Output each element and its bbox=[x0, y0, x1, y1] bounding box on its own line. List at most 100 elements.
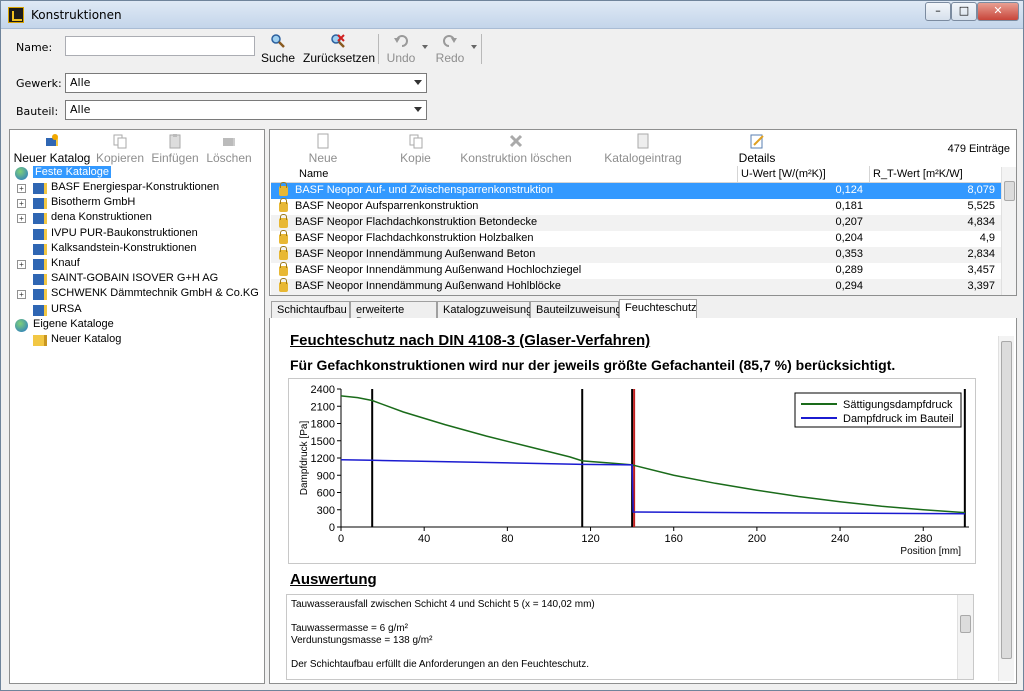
expand-icon[interactable]: + bbox=[17, 184, 26, 193]
expand-icon[interactable]: + bbox=[17, 199, 26, 209]
tree-node-eigene-kataloge[interactable]: Eigene Kataloge bbox=[13, 318, 253, 333]
chart-frame: 0 300 600 900 1200 1500 1800 2100 2400 0 40 80 120 16… bbox=[288, 378, 976, 564]
tree-label: Bisotherm GmbH bbox=[51, 196, 136, 209]
tree-node-catalog[interactable]: + dena Konstruktionen bbox=[13, 211, 253, 226]
redo-label: Redo bbox=[435, 51, 465, 65]
undo-label: Undo bbox=[386, 51, 416, 65]
auswertung-heading: Auswertung bbox=[290, 571, 377, 588]
auswertung-scrollbar[interactable] bbox=[957, 595, 973, 679]
bauteil-label: Bauteil: bbox=[16, 105, 59, 118]
undo-dropdown-icon[interactable] bbox=[422, 45, 428, 49]
minimize-button[interactable]: – bbox=[925, 2, 951, 21]
tab-feuchteschutz[interactable]: Feuchteschutz bbox=[619, 299, 697, 319]
table-row[interactable]: BASF Neopor Innendämmung Außenwand Hohlb… bbox=[271, 278, 1001, 295]
cell-name: BASF Neopor Aufsparrenkonstruktion bbox=[295, 200, 479, 212]
y-tick-label: 300 bbox=[317, 505, 335, 517]
loeschen-button[interactable]: Löschen bbox=[204, 133, 254, 165]
catalog-book-icon bbox=[33, 289, 47, 301]
name-label: Name: bbox=[16, 41, 53, 54]
new-document-icon bbox=[317, 133, 329, 149]
catalog-book-icon bbox=[33, 243, 47, 255]
table-row[interactable]: BASF Neopor Innendämmung Außenwand Hochl… bbox=[271, 262, 1001, 279]
col-rt-header[interactable]: R_T-Wert [m²K/W] bbox=[873, 168, 963, 180]
name-input[interactable] bbox=[65, 36, 255, 56]
redo-button[interactable]: Redo bbox=[433, 33, 467, 65]
tab-bauteilzuweisung[interactable]: Bauteilzuweisung bbox=[530, 301, 622, 319]
konstruktion-loeschen-label: Konstruktion löschen bbox=[460, 151, 572, 165]
table-row[interactable]: BASF Neopor Innendämmung Außenwand Beton… bbox=[271, 246, 1001, 263]
tree-node-catalog[interactable]: IVPU PUR-Baukonstruktionen bbox=[13, 227, 253, 242]
tree-label: Feste Kataloge bbox=[33, 166, 111, 178]
y-tick-label: 2400 bbox=[311, 384, 335, 396]
col-divider bbox=[737, 166, 738, 182]
cell-rt: 3,457 bbox=[967, 264, 995, 276]
tree-node-catalog[interactable]: + Bisotherm GmbH bbox=[13, 196, 253, 211]
catalog-book-icon bbox=[33, 259, 47, 270]
redo-dropdown-icon[interactable] bbox=[471, 45, 477, 49]
expand-icon[interactable]: + bbox=[17, 260, 26, 269]
tab-schichtaufbau[interactable]: Schichtaufbau bbox=[271, 301, 350, 319]
tree-node-catalog[interactable]: Kalksandstein-Konstruktionen bbox=[13, 242, 253, 257]
cell-rt: 2,834 bbox=[967, 248, 995, 260]
x-tick-label: 0 bbox=[338, 533, 344, 545]
tree-node-catalog[interactable]: + Knauf bbox=[13, 257, 253, 272]
cell-u: 0,124 bbox=[835, 184, 863, 196]
lock-icon bbox=[279, 262, 288, 276]
kopieren-button[interactable]: Kopieren bbox=[95, 133, 145, 165]
tree-node-catalog[interactable]: + BASF Energiespar-Konstruktionen bbox=[13, 181, 253, 196]
cell-name: BASF Neopor Auf- und Zwischensparrenkons… bbox=[295, 184, 554, 196]
einfuegen-button[interactable]: Einfügen bbox=[150, 133, 200, 165]
tab-erweiterte-daten[interactable]: erweiterte Daten bbox=[350, 301, 437, 328]
konstruktion-loeschen-button[interactable]: Konstruktion löschen bbox=[460, 133, 572, 165]
delete-icon bbox=[509, 134, 523, 148]
y-tick-label: 600 bbox=[317, 488, 335, 500]
cell-rt: 4,834 bbox=[967, 216, 995, 228]
lock-icon bbox=[279, 182, 288, 196]
feuchte-subheading: Für Gefachkonstruktionen wird nur der je… bbox=[290, 357, 896, 373]
y-tick-label: 0 bbox=[329, 522, 335, 534]
tree-node-catalog[interactable]: SAINT-GOBAIN ISOVER G+H AG bbox=[13, 272, 253, 287]
col-u-header[interactable]: U-Wert [W/(m²K)] bbox=[741, 168, 826, 180]
undo-button[interactable]: Undo bbox=[384, 33, 418, 65]
table-row[interactable]: BASF Neopor Auf- und Zwischensparrenkons… bbox=[271, 182, 1001, 199]
scrollbar-thumb[interactable] bbox=[1004, 181, 1015, 201]
x-tick-label: 80 bbox=[501, 533, 513, 545]
close-button[interactable]: ✕ bbox=[977, 2, 1019, 21]
cell-name: BASF Neopor Innendämmung Außenwand Hochl… bbox=[295, 264, 582, 276]
expand-icon[interactable]: + bbox=[17, 214, 26, 224]
grid-scrollbar[interactable] bbox=[1001, 167, 1016, 295]
tab-katalogzuweisung[interactable]: Katalogzuweisung bbox=[437, 301, 532, 319]
col-name-header[interactable]: Name bbox=[299, 168, 328, 180]
tree-node-neuer-katalog[interactable]: Neuer Katalog bbox=[13, 333, 253, 348]
tree-node-catalog[interactable]: URSA bbox=[13, 303, 253, 318]
cell-rt: 4,9 bbox=[979, 232, 995, 244]
cell-u: 0,181 bbox=[835, 200, 863, 212]
gewerk-select[interactable]: Alle bbox=[65, 73, 427, 93]
tree-node-feste-kataloge[interactable]: Feste Kataloge bbox=[13, 166, 253, 181]
bauteil-select[interactable]: Alle bbox=[65, 100, 427, 120]
neuer-katalog-button[interactable]: Neuer Katalog bbox=[13, 133, 91, 165]
panel-scrollbar[interactable] bbox=[998, 336, 1014, 681]
globe-icon bbox=[15, 319, 28, 332]
tree-label: dena Konstruktionen bbox=[51, 211, 152, 224]
expand-icon[interactable]: + bbox=[17, 290, 26, 300]
suche-button[interactable]: Suche bbox=[259, 33, 297, 65]
cell-name: BASF Neopor Innendämmung Außenwand Hohlb… bbox=[295, 280, 561, 292]
folder-icon bbox=[33, 335, 47, 346]
scrollbar-thumb[interactable] bbox=[1001, 341, 1012, 659]
maximize-button[interactable]: □ bbox=[951, 2, 977, 21]
globe-icon bbox=[15, 167, 28, 180]
table-row[interactable]: BASF Neopor Flachdachkonstruktion Holzba… bbox=[271, 230, 1001, 247]
table-row[interactable]: BASF Neopor Aufsparrenkonstruktion 0,181 5… bbox=[271, 198, 1001, 215]
auswertung-box: Tauwasserausfall zwischen Schicht 4 und … bbox=[286, 594, 974, 680]
scrollbar-thumb[interactable] bbox=[960, 615, 971, 633]
suche-label: Suche bbox=[260, 51, 296, 65]
tree-label: Neuer Katalog bbox=[51, 333, 122, 345]
feuchteschutz-panel: Feuchteschutz nach DIN 4108-3 (Glaser-Ve… bbox=[269, 318, 1017, 684]
tree-node-catalog[interactable]: + SCHWENK Dämmtechnik GmbH & Co.KG bbox=[13, 287, 259, 302]
catalog-panel: Neuer Katalog Kopieren Einfügen Löschen … bbox=[9, 129, 265, 684]
zuruecksetzen-button[interactable]: Zurücksetzen bbox=[303, 33, 375, 65]
table-row[interactable]: BASF Neopor Flachdachkonstruktion Betond… bbox=[271, 214, 1001, 231]
bauteil-value: Alle bbox=[70, 103, 91, 116]
chevron-down-icon bbox=[414, 107, 422, 112]
